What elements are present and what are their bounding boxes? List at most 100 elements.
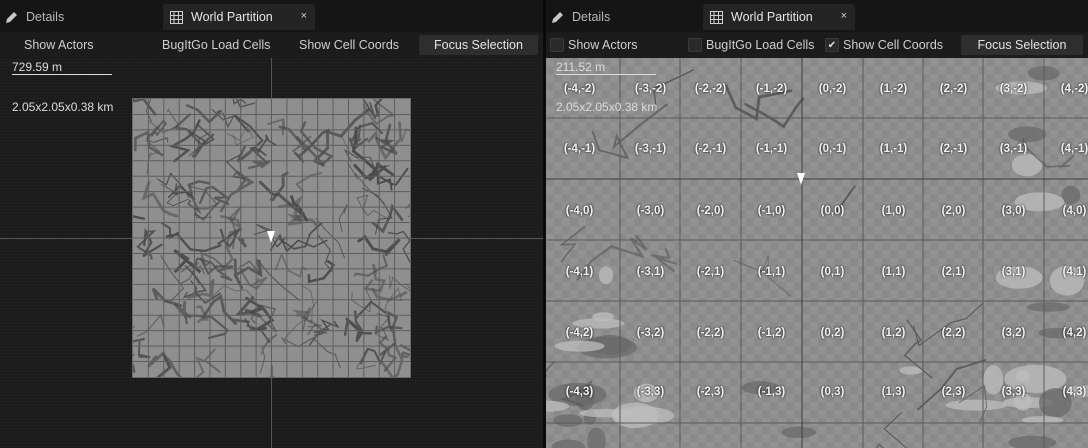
cell-coord-label: (2,2) [941,327,966,339]
world-partition-viewport[interactable]: 729.59 m 2.05x2.05x0.38 km [0,58,543,448]
cell-coord-label: (-1,3) [757,386,786,398]
cell-coord-label: (3,0) [1001,205,1026,217]
show-actors-label: Show Actors [568,38,638,52]
cell-coord-label: (4,1) [1062,266,1087,278]
cell-coord-label: (2,1) [941,266,966,278]
scale-bar: 211.52 m [556,60,656,75]
checkmark-icon: ✔ [827,39,837,51]
show-cell-coords-checkbox[interactable]: ✔ [825,38,839,52]
cell-coord-label: (3,-1) [999,143,1028,155]
cell-coord-label: (4,2) [1062,327,1087,339]
cell-coord-label: (2,-1) [939,143,968,155]
tab-label: World Partition [731,10,813,24]
close-icon[interactable]: × [301,10,307,22]
cell-coord-label: (4,-1) [1060,143,1088,155]
cell-coord-label: (-3,1) [636,266,665,278]
cell-coord-label: (-4,0) [565,205,594,217]
bugitgo-load-cells-checkbox[interactable] [688,38,702,52]
toolbar: Show Actors BugItGo Load Cells ✔ Show Ce… [546,33,1088,57]
tab-details[interactable]: Details [550,4,700,30]
cell-coord-label: (1,0) [881,205,906,217]
scale-bar: 729.59 m [12,60,112,75]
show-actors-toggle[interactable]: Show Actors [550,35,637,55]
tab-details[interactable]: Details [4,4,154,30]
pencil-icon [4,10,18,24]
cell-coord-label: (-1,0) [757,205,786,217]
show-actors-label: Show Actors [24,38,94,52]
cell-coord-label: (-4,1) [565,266,594,278]
cell-coord-label: (4,3) [1062,386,1087,398]
show-cell-coords-label: Show Cell Coords [843,38,944,52]
cell-coord-label: (3,1) [1001,266,1026,278]
cell-coord-label: (-3,2) [636,327,665,339]
world-dimensions-label: 2.05x2.05x0.38 km [556,100,658,114]
cell-coord-label: (1,-1) [879,143,908,155]
cell-coord-label: (-4,3) [565,386,594,398]
world-partition-panel-left: Details World Partition × Show Actors Bu… [0,0,543,448]
cell-coord-label: (-2,1) [696,266,725,278]
cell-coord-label: (-1,2) [757,327,786,339]
world-partition-viewport[interactable]: (-4,-2) (-3,-2) (-2,-2) (-1,-2) (0,-2) (1,-2)… [546,58,1088,448]
cell-coord-label: (2,-2) [939,83,968,95]
cell-coord-label: (-2,2) [696,327,725,339]
camera-location-icon [267,231,275,243]
tab-world-partition[interactable]: World Partition × [163,4,315,30]
cell-coord-label: (-2,-2) [694,83,727,95]
cell-coord-label: (-2,3) [696,386,725,398]
cell-coord-label: (-4,-2) [563,83,596,95]
close-icon[interactable]: × [841,10,847,22]
world-partition-icon [169,10,183,24]
cell-coord-label: (-3,0) [636,205,665,217]
cell-coord-label: (-3,3) [636,386,665,398]
show-cell-coords-label: Show Cell Coords [299,38,400,52]
cell-coord-label: (-3,-2) [634,83,667,95]
scale-line [12,74,112,75]
show-actors-toggle[interactable]: Show Actors [24,35,93,55]
tab-label: Details [26,10,65,24]
bugitgo-load-cells-label: BugItGo Load Cells [706,38,815,52]
show-cell-coords-toggle[interactable]: Show Cell Coords [299,35,399,55]
show-actors-checkbox[interactable] [550,38,564,52]
cell-coord-label: (3,3) [1001,386,1026,398]
cell-coord-label: (1,-2) [879,83,908,95]
tab-label: World Partition [191,10,273,24]
show-cell-coords-toggle[interactable]: ✔ Show Cell Coords [825,35,943,55]
tab-bar: Details World Partition × [0,0,543,32]
cell-coord-label: (-4,-1) [563,143,596,155]
bugitgo-load-cells-toggle[interactable]: BugItGo Load Cells [688,35,814,55]
tab-bar: Details World Partition × [546,0,1088,32]
world-partition-panel-right: Details World Partition × Show Actors Bu… [546,0,1088,448]
tab-label: Details [572,10,611,24]
bugitgo-load-cells-toggle[interactable]: BugItGo Load Cells [162,35,270,55]
cell-coord-label: (2,0) [941,205,966,217]
tab-world-partition[interactable]: World Partition × [703,4,855,30]
cell-coord-label: (-2,-1) [694,143,727,155]
cell-coord-label: (0,1) [820,266,845,278]
focus-selection-label: Focus Selection [977,38,1067,52]
cell-coord-label: (-1,-1) [755,143,788,155]
cell-coord-label: (-3,-1) [634,143,667,155]
camera-location-icon [797,173,805,185]
cell-coord-label: (0,2) [820,327,845,339]
cell-coord-label: (-2,0) [696,205,725,217]
pencil-icon [550,10,564,24]
cell-coord-label: (-1,1) [757,266,786,278]
cell-coord-label: (0,0) [820,205,845,217]
cell-coord-label: (4,-2) [1060,83,1088,95]
focus-selection-label: Focus Selection [434,38,523,52]
cell-coord-label: (0,-1) [818,143,847,155]
cell-coord-label: (0,-2) [818,83,847,95]
bugitgo-load-cells-label: BugItGo Load Cells [162,38,271,52]
cell-coord-label: (2,3) [941,386,966,398]
cell-coord-label: (1,1) [881,266,906,278]
cell-coord-label: (1,2) [881,327,906,339]
cell-coord-label: (3,-2) [999,83,1028,95]
world-dimensions-label: 2.05x2.05x0.38 km [12,100,114,114]
world-partition-icon [709,10,723,24]
focus-selection-button[interactable]: Focus Selection [961,35,1083,55]
cell-coord-label: (3,2) [1001,327,1026,339]
focus-selection-button[interactable]: Focus Selection [419,35,538,55]
scale-label: 211.52 m [556,60,606,74]
scale-label: 729.59 m [12,60,63,74]
cell-coord-label: (-1,-2) [755,83,788,95]
